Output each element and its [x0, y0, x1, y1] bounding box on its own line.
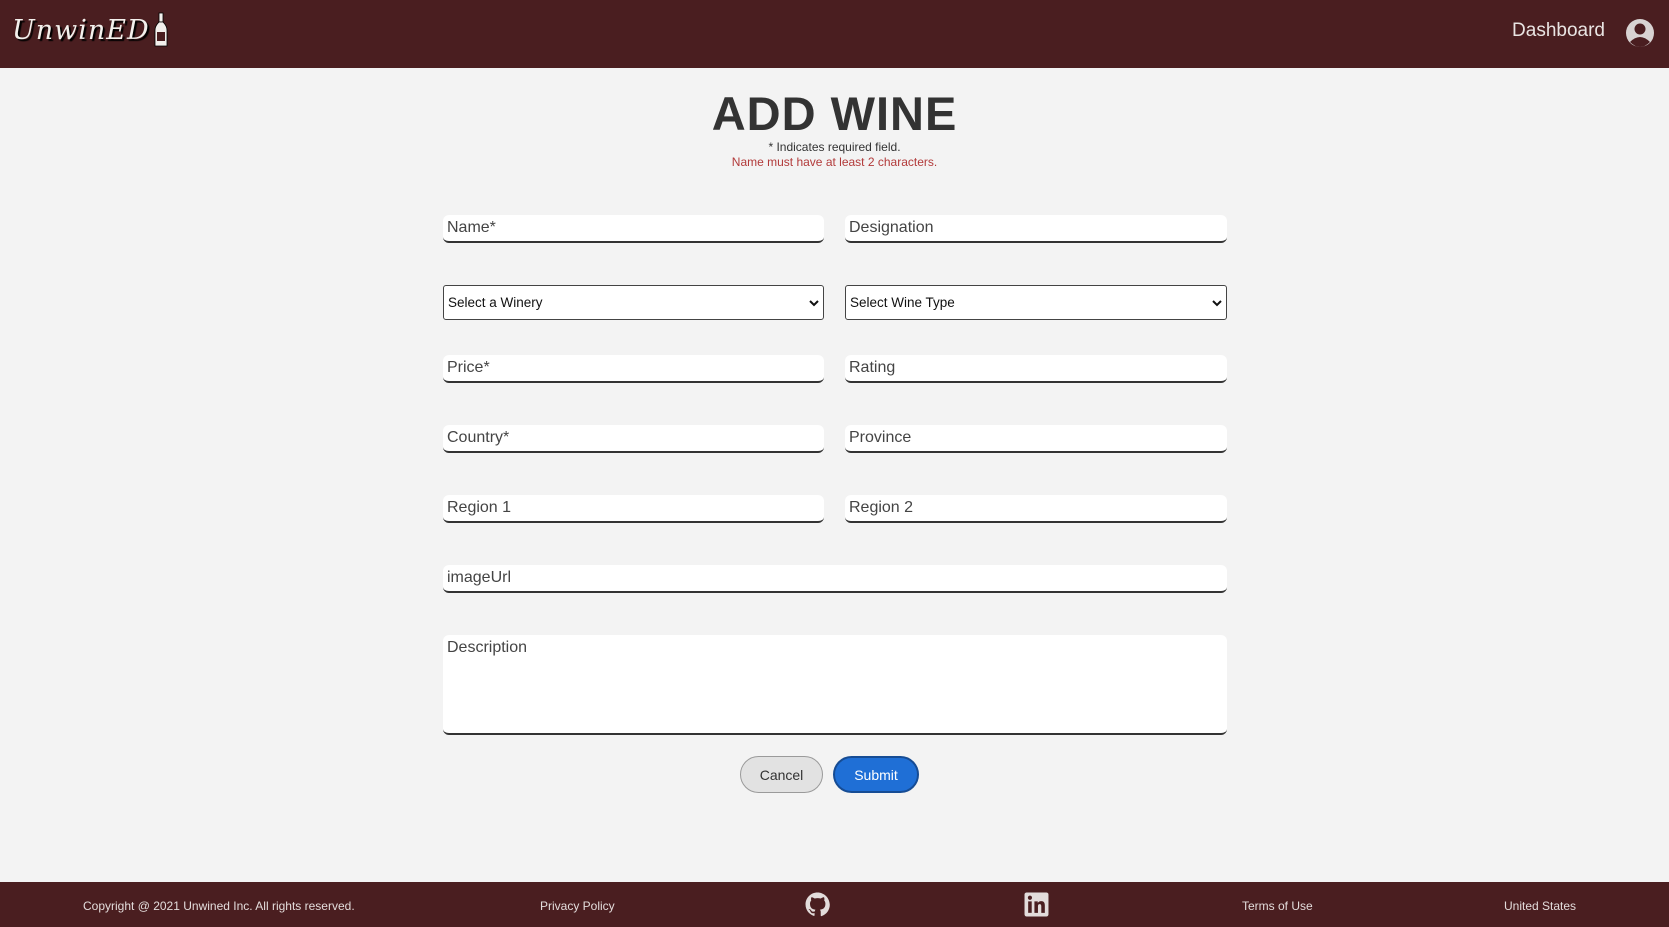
chevron-down-icon: [809, 299, 819, 306]
region-1-input[interactable]: [443, 495, 824, 523]
image-url-input[interactable]: [443, 565, 1227, 593]
wine-type-select-value: Select Wine Type: [850, 295, 955, 310]
terms-of-use-link[interactable]: Terms of Use: [1242, 899, 1313, 913]
rating-input[interactable]: [845, 355, 1227, 383]
wine-bottle-icon: [154, 12, 168, 47]
page-title: ADD WINE: [711, 87, 958, 140]
user-circle-icon[interactable]: [1625, 18, 1655, 48]
required-field-note: * Indicates required field.: [768, 140, 901, 154]
name-input[interactable]: [443, 215, 824, 243]
winery-select-value: Select a Winery: [448, 295, 543, 310]
chevron-down-icon: [1212, 299, 1222, 306]
submit-button[interactable]: Submit: [833, 756, 919, 793]
privacy-policy-link[interactable]: Privacy Policy: [540, 899, 615, 913]
province-input[interactable]: [845, 425, 1227, 453]
top-navbar: UnwinED Dashboard: [0, 0, 1669, 68]
github-icon[interactable]: [805, 892, 830, 917]
region-link[interactable]: United States: [1504, 899, 1576, 913]
description-textarea[interactable]: [443, 635, 1227, 735]
region-2-input[interactable]: [845, 495, 1227, 523]
name-validation-error: Name must have at least 2 characters.: [731, 155, 938, 169]
logo-text: UnwinED: [12, 14, 150, 46]
dashboard-link[interactable]: Dashboard: [1512, 20, 1605, 42]
footer: Copyright @ 2021 Unwined Inc. All rights…: [0, 882, 1669, 927]
cancel-button[interactable]: Cancel: [740, 756, 823, 793]
country-input[interactable]: [443, 425, 824, 453]
wine-type-select[interactable]: Select Wine Type: [845, 285, 1227, 320]
designation-input[interactable]: [845, 215, 1227, 243]
copyright-text: Copyright @ 2021 Unwined Inc. All rights…: [83, 899, 355, 913]
winery-select[interactable]: Select a Winery: [443, 285, 824, 320]
logo[interactable]: UnwinED: [12, 12, 168, 48]
price-input[interactable]: [443, 355, 824, 383]
linkedin-icon[interactable]: [1024, 892, 1049, 917]
